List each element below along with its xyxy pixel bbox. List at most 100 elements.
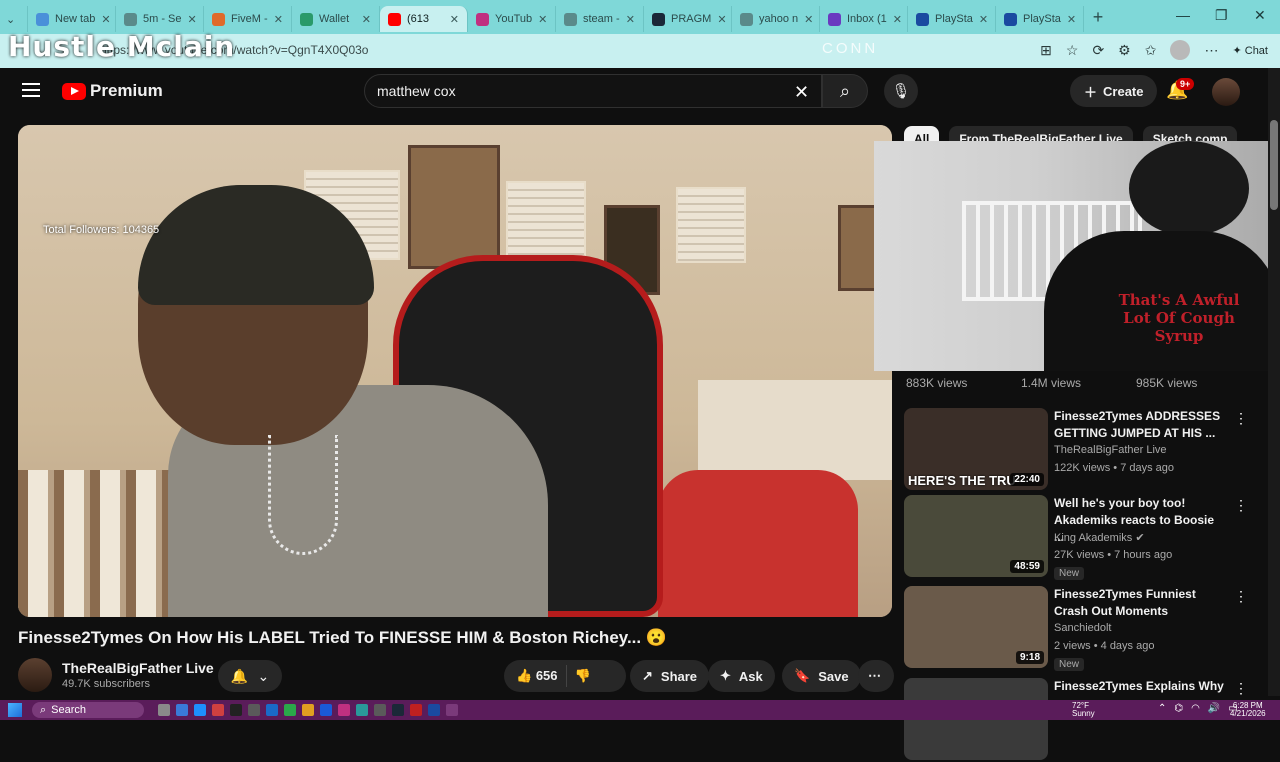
minimize-button[interactable]: — [1176,7,1190,23]
channel-avatar[interactable] [18,658,52,692]
tab-actions-button[interactable]: ⌄ [0,6,28,32]
menu-icon[interactable] [22,83,40,97]
taskbar-app-icon[interactable] [320,704,332,716]
weather-widget[interactable]: 72°F Sunny [1072,702,1095,718]
tab-close-icon[interactable]: ✕ [717,13,726,26]
tab-close-icon[interactable]: ✕ [538,13,547,26]
volume-icon[interactable]: 🔊 [1208,703,1220,714]
conn-overlay: CONN [822,40,879,57]
account-avatar[interactable] [1212,78,1240,106]
browser-tab[interactable]: New tab ✕ [28,6,116,32]
chevron-up-icon[interactable]: ⌃ [1158,703,1166,714]
youtube-logo[interactable]: Premium [62,81,163,101]
browser-tab[interactable]: PRAGM ✕ [644,6,732,32]
recommendation-thumbnail[interactable]: 48:59 [904,495,1048,577]
browser-tab[interactable]: yahoo n ✕ [732,6,820,32]
taskbar-app-icon[interactable] [176,704,188,716]
channel-name[interactable]: TheRealBigFather Live [62,660,214,676]
favorite-star-icon[interactable]: ☆ [1066,42,1079,59]
apps-icon[interactable]: ⊞ [1040,42,1052,59]
tab-close-icon[interactable]: ✕ [274,13,283,26]
video-player[interactable]: Total Followers: 104365 [18,125,892,617]
restore-button[interactable]: ❐ [1215,7,1228,24]
recommendation-item[interactable]: HERE'S THE TRU 22:40 Finesse2Tymes ADDRESS… [904,408,1264,492]
tab-close-icon[interactable]: ✕ [188,13,197,26]
browser-tab[interactable]: Wallet ✕ [292,6,380,32]
recommendation-title[interactable]: Finesse2Tymes Explains Why [1054,678,1224,695]
tab-favicon-icon [300,12,313,26]
tab-close-icon[interactable]: ✕ [893,13,902,26]
more-options-icon[interactable]: ⋮ [1234,588,1248,605]
more-actions-button[interactable]: ⋯ [858,660,894,692]
voice-search-button[interactable]: 🎙 [884,74,918,108]
taskbar-app-icon[interactable] [446,704,458,716]
more-options-icon[interactable]: ⋮ [1234,410,1248,427]
new-tab-button[interactable]: + [1084,7,1112,28]
clock[interactable]: 6:28 PM 4/21/2026 [1230,702,1266,718]
tab-close-icon[interactable]: ✕ [804,13,813,26]
more-options-icon[interactable]: ⋯ [1204,42,1218,59]
browser-tab[interactable]: steam - ✕ [556,6,644,32]
browser-tab[interactable]: YouTub ✕ [468,6,556,32]
taskbar-app-icon[interactable] [410,704,422,716]
profile-avatar[interactable] [1170,40,1191,60]
save-button[interactable]: 🔖 Save [782,660,861,692]
create-button[interactable]: ＋ Create [1070,75,1158,107]
network-icon[interactable]: ⌬ [1174,703,1183,714]
recommendation-thumbnail[interactable]: HERE'S THE TRU 22:40 [904,408,1048,490]
browser-tab[interactable]: 5m - Se ✕ [116,6,204,32]
taskbar-app-icon[interactable] [392,704,404,716]
recommendation-item[interactable]: Finesse2Tymes Explains Why ⋮ [904,678,1264,762]
recommendation-channel[interactable]: Sanchiedolt [1054,622,1112,634]
recommendation-title[interactable]: Finesse2Tymes ADDRESSES GETTING JUMPED A… [1054,408,1224,442]
tab-close-icon[interactable]: ✕ [362,13,371,26]
taskbar-search[interactable]: ⌕ Search [32,702,144,718]
tab-close-icon[interactable]: ✕ [626,13,635,26]
share-button[interactable]: ↗ Share [630,660,710,692]
taskbar-app-icon[interactable] [230,704,242,716]
taskbar-app-icon[interactable] [194,704,206,716]
taskbar-app-icon[interactable] [248,704,260,716]
browser-tab[interactable]: Inbox (1 ✕ [820,6,908,32]
search-button[interactable]: ⌕ [822,74,868,108]
browser-tab[interactable]: FiveM - ✕ [204,6,292,32]
more-options-icon[interactable]: ⋮ [1234,680,1248,697]
recommendation-item[interactable]: 9:18 Finesse2Tymes Funniest Crash Out Mom… [904,586,1264,671]
scrollbar-thumb[interactable] [1270,120,1278,210]
tab-close-icon[interactable]: ✕ [101,13,110,26]
browser-tab[interactable]: PlaySta ✕ [908,6,996,32]
more-options-icon[interactable]: ⋮ [1234,497,1248,514]
recommendation-thumbnail[interactable]: 9:18 [904,586,1048,668]
like-button[interactable]: 👍 656 [516,668,558,684]
search-input[interactable]: matthew cox [364,74,822,108]
taskbar-app-icon[interactable] [356,704,368,716]
recommendation-title[interactable]: Finesse2Tymes Funniest Crash Out Moments [1054,586,1224,620]
taskbar-app-icon[interactable] [266,704,278,716]
taskbar-app-icon[interactable] [374,704,386,716]
tab-close-icon[interactable]: ✕ [450,13,459,26]
tab-close-icon[interactable]: ✕ [979,13,988,26]
ask-button[interactable]: ✦ Ask [708,660,775,692]
dislike-button[interactable]: 👎 [575,668,591,684]
subscription-bell-button[interactable]: 🔔 ⌄ [218,660,282,692]
taskbar-app-icon[interactable] [338,704,350,716]
wifi-icon[interactable]: ◠ [1191,703,1200,714]
taskbar-app-icon[interactable] [158,704,170,716]
taskbar-app-icon[interactable] [302,704,314,716]
clear-search-icon[interactable]: ✕ [794,82,809,103]
close-window-button[interactable]: ✕ [1254,7,1266,24]
start-button[interactable] [8,703,22,717]
recommendation-channel[interactable]: King Akademiks ✔ [1054,531,1145,544]
taskbar-app-icon[interactable] [284,704,296,716]
settings-icon[interactable]: ⚙ [1118,42,1131,59]
copilot-chat-button[interactable]: ✦ Chat [1232,44,1268,57]
extensions-icon[interactable]: ⟳ [1092,42,1104,59]
browser-tab[interactable]: PlaySta ✕ [996,6,1084,32]
taskbar-app-icon[interactable] [428,704,440,716]
tab-close-icon[interactable]: ✕ [1067,13,1076,26]
recommendation-channel[interactable]: TheRealBigFather Live [1054,444,1167,456]
favorites-icon[interactable]: ✩ [1145,42,1157,59]
taskbar-app-icon[interactable] [212,704,224,716]
recommendation-item[interactable]: 48:59 Well he's your boy too! Akademiks r… [904,495,1264,580]
browser-tab[interactable]: (613 ✕ [380,6,468,32]
